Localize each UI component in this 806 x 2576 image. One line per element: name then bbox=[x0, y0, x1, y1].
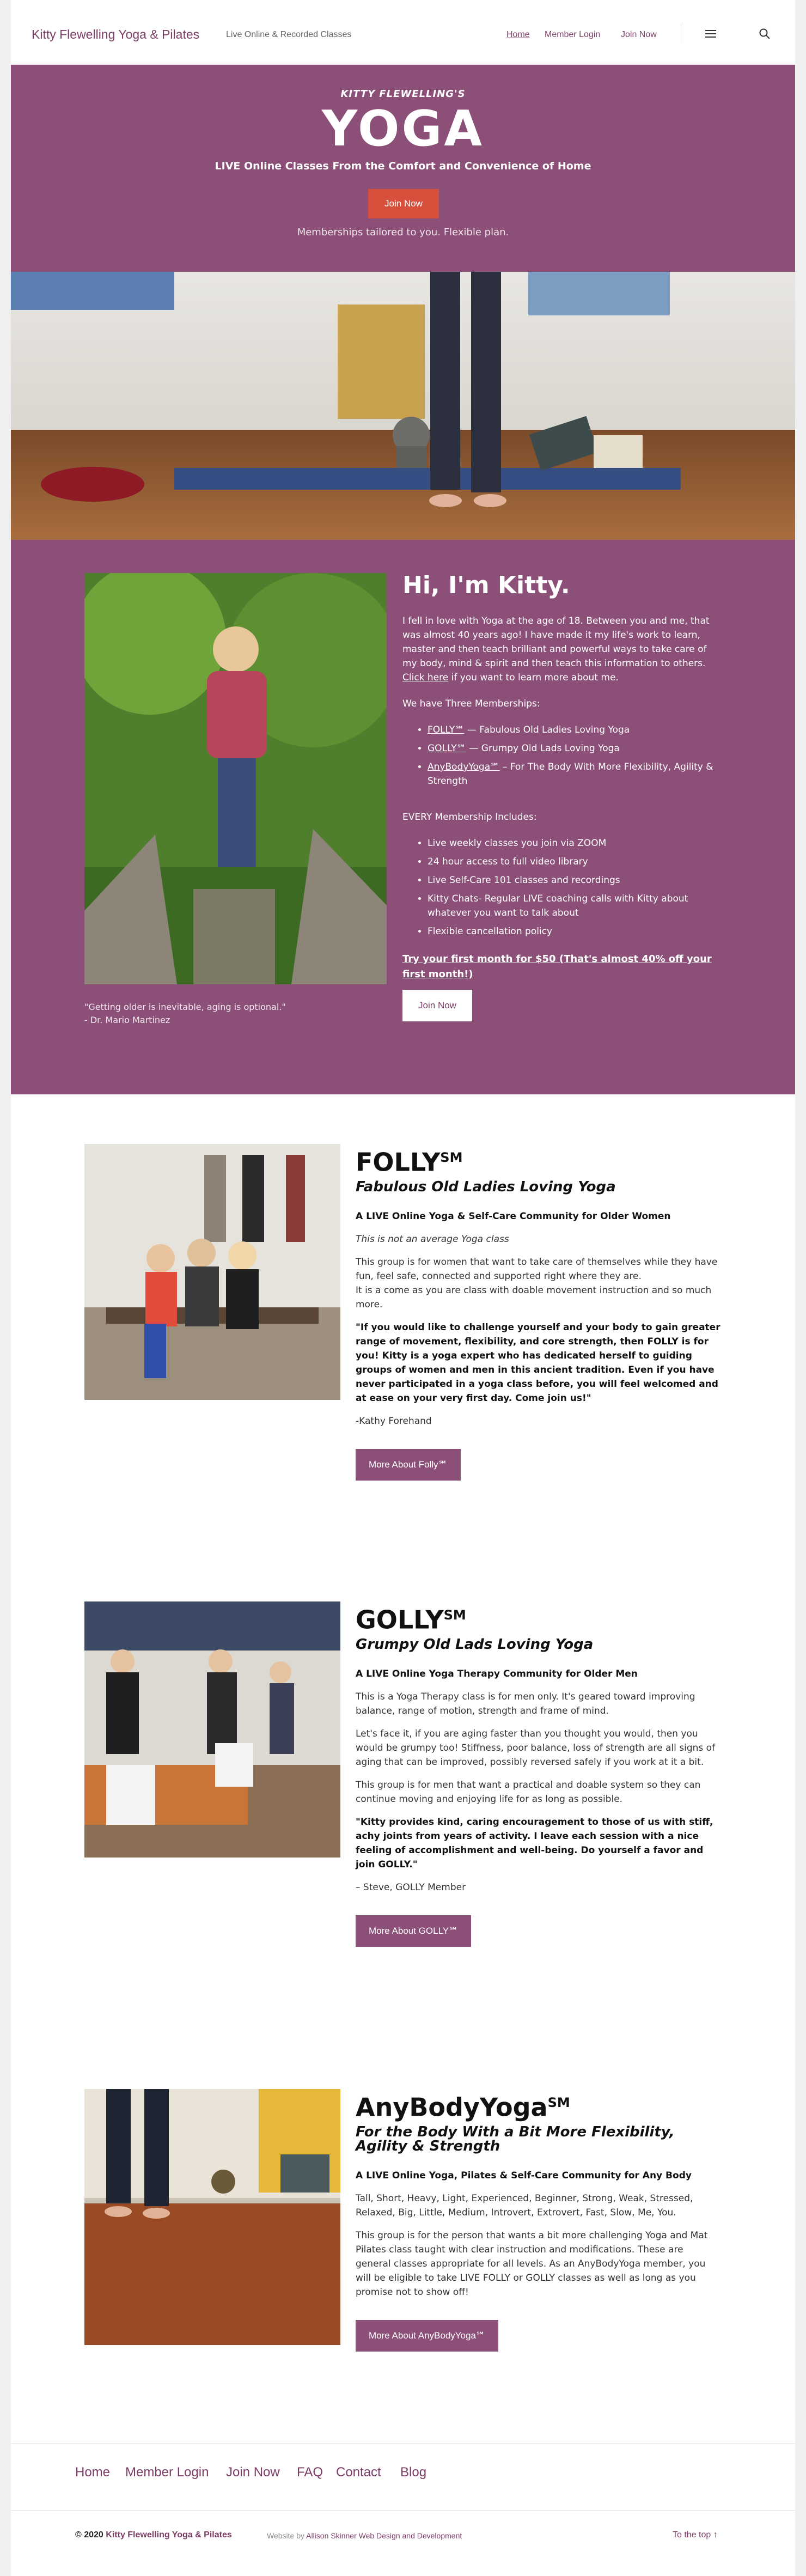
list-item: Flexible cancellation policy bbox=[428, 924, 724, 939]
anybodyyoga-link[interactable]: AnyBodyYoga℠ bbox=[428, 762, 499, 772]
service-mark: SM bbox=[547, 2095, 570, 2110]
folly-paragraph: This is not an average Yoga class bbox=[356, 1234, 509, 1245]
first-month-offer-link[interactable]: Try your first month for $50 (That's alm… bbox=[402, 952, 724, 982]
page-frame: Kitty Flewelling Yoga & Pilates Live Onl… bbox=[11, 0, 795, 2576]
kitty-heading: Hi, I'm Kitty. bbox=[402, 571, 570, 599]
site-title[interactable]: Kitty Flewelling Yoga & Pilates bbox=[32, 27, 199, 42]
folly-text: FOLLYSM Fabulous Old Ladies Loving Yoga … bbox=[356, 1144, 720, 1481]
golly-link[interactable]: GOLLY℠ bbox=[428, 743, 466, 754]
more-about-golly-button[interactable]: More About GOLLY℠ bbox=[356, 1915, 472, 1947]
golly-testimonial: "Kitty provides kind, caring encourageme… bbox=[356, 1817, 713, 1871]
yoga-room-photo bbox=[11, 272, 795, 540]
memberships-intro: We have Three Memberships: bbox=[402, 698, 540, 709]
folly-title: FOLLYSM bbox=[356, 1144, 720, 1176]
quote-author: - Dr. Mario Martinez bbox=[84, 1015, 170, 1025]
hero-banner: KITTY FLEWELLING'S YOGA LIVE Online Clas… bbox=[11, 65, 795, 272]
kitty-quote: "Getting older is inevitable, aging is o… bbox=[84, 1001, 286, 1027]
hero-kicker: KITTY FLEWELLING'S bbox=[340, 88, 466, 100]
paragraph-text: It is a come as you are class with doabl… bbox=[356, 1285, 712, 1311]
golly-strapline: A LIVE Online Yoga Therapy Community for… bbox=[356, 1668, 638, 1680]
membership-desc: — Grumpy Old Lads Loving Yoga bbox=[466, 743, 620, 754]
golly-paragraph: Let's face it, if you are aging faster t… bbox=[356, 1728, 716, 1768]
about-kitty-section: "Getting older is inevitable, aging is o… bbox=[11, 540, 795, 1094]
anybodyyoga-strapline: A LIVE Online Yoga, Pilates & Self-Care … bbox=[356, 2170, 692, 2182]
folly-testimonial: "If you would like to challenge yourself… bbox=[356, 1322, 720, 1404]
to-the-top-link[interactable]: To the top ↑ bbox=[673, 2530, 718, 2540]
anybodyyoga-subtitle: For the Body With a Bit More Flexibility… bbox=[356, 2124, 675, 2155]
list-item: 24 hour access to full video library bbox=[428, 855, 724, 869]
footer-copyright: © 2020 Kitty Flewelling Yoga & Pilates bbox=[75, 2530, 232, 2540]
intro-text-end: if you want to learn more about me. bbox=[451, 672, 619, 683]
anybodyyoga-photo bbox=[84, 2089, 340, 2345]
list-item: Live weekly classes you join via ZOOM bbox=[428, 836, 724, 850]
title-text: FOLLY bbox=[356, 1147, 441, 1177]
hero-join-now-button[interactable]: Join Now bbox=[368, 189, 439, 218]
includes-list: Live weekly classes you join via ZOOM 24… bbox=[402, 836, 724, 939]
nav-join-now-link[interactable]: Join Now bbox=[621, 30, 657, 40]
golly-subtitle: Grumpy Old Lads Loving Yoga bbox=[356, 1636, 594, 1653]
credit-link[interactable]: Allison Skinner Web Design and Developme… bbox=[306, 2531, 462, 2540]
hero-subtitle: LIVE Online Classes From the Comfort and… bbox=[215, 160, 591, 172]
kitty-portrait-photo bbox=[84, 573, 387, 984]
anybodyyoga-paragraph: This group is for the person that wants … bbox=[356, 2230, 708, 2298]
golly-testimonial-author: – Steve, GOLLY Member bbox=[356, 1882, 466, 1893]
kitty-intro-text: Hi, I'm Kitty. I fell in love with Yoga … bbox=[402, 571, 724, 1021]
list-item: GOLLY℠ — Grumpy Old Lads Loving Yoga bbox=[428, 741, 724, 756]
folly-link[interactable]: FOLLY℠ bbox=[428, 724, 465, 735]
anybodyyoga-paragraph: Tall, Short, Heavy, Light, Experienced, … bbox=[356, 2193, 693, 2219]
nav-member-login-link[interactable]: Member Login bbox=[545, 30, 600, 40]
hero-note: Memberships tailored to you. Flexible pl… bbox=[297, 227, 509, 238]
copyright-year: © 2020 bbox=[75, 2530, 103, 2540]
site-header: Kitty Flewelling Yoga & Pilates Live Onl… bbox=[11, 0, 795, 65]
kitty-join-now-button[interactable]: Join Now bbox=[402, 990, 472, 1021]
folly-photo bbox=[84, 1144, 340, 1400]
footer-credit: Website by Allison Skinner Web Design an… bbox=[267, 2531, 462, 2540]
anybodyyoga-text: AnyBodyYogaSM For the Body With a Bit Mo… bbox=[356, 2089, 720, 2352]
folly-testimonial-author: -Kathy Forehand bbox=[356, 1416, 432, 1427]
memberships-list: FOLLY℠ — Fabulous Old Ladies Loving Yoga… bbox=[402, 723, 724, 788]
folly-paragraph: This group is for women that want to tak… bbox=[356, 1255, 720, 1312]
footer-nav-faq[interactable]: FAQ bbox=[297, 2465, 323, 2480]
golly-paragraph: This is a Yoga Therapy class is for men … bbox=[356, 1691, 695, 1717]
golly-paragraph: This group is for men that want a practi… bbox=[356, 1780, 701, 1805]
kitty-intro-paragraph: I fell in love with Yoga at the age of 1… bbox=[402, 614, 724, 685]
golly-photo bbox=[84, 1601, 340, 1858]
footer-divider bbox=[11, 2443, 795, 2444]
title-text: GOLLY bbox=[356, 1605, 444, 1635]
nav-home-link[interactable]: Home bbox=[506, 30, 530, 40]
list-item: Live Self-Care 101 classes and recording… bbox=[428, 873, 724, 887]
paragraph-text: This group is for women that want to tak… bbox=[356, 1257, 718, 1282]
more-about-anybodyyoga-button[interactable]: More About AnyBodyYoga℠ bbox=[356, 2320, 499, 2352]
list-item: AnyBodyYoga℠ – For The Body With More Fl… bbox=[428, 760, 724, 788]
click-here-link[interactable]: Click here bbox=[402, 672, 448, 683]
golly-title: GOLLYSM bbox=[356, 1601, 720, 1633]
hero-title: YOGA bbox=[322, 100, 484, 157]
service-mark: SM bbox=[443, 1607, 466, 1623]
footer-divider bbox=[11, 2510, 795, 2511]
title-text: AnyBodyYoga bbox=[356, 2092, 548, 2122]
footer-nav-contact[interactable]: Contact bbox=[336, 2465, 381, 2480]
anybodyyoga-title: AnyBodyYogaSM bbox=[356, 2089, 720, 2121]
footer-nav-join-now[interactable]: Join Now bbox=[226, 2465, 280, 2480]
copyright-site-link[interactable]: Kitty Flewelling Yoga & Pilates bbox=[106, 2530, 231, 2540]
intro-text: I fell in love with Yoga at the age of 1… bbox=[402, 616, 710, 669]
quote-text: "Getting older is inevitable, aging is o… bbox=[84, 1002, 286, 1012]
service-mark: SM bbox=[440, 1150, 463, 1165]
list-item: Kitty Chats- Regular LIVE coaching calls… bbox=[428, 892, 724, 920]
includes-intro: EVERY Membership Includes: bbox=[402, 812, 537, 823]
footer-nav-home[interactable]: Home bbox=[75, 2465, 110, 2480]
credit-prefix: Website by bbox=[267, 2531, 304, 2540]
footer-nav-blog[interactable]: Blog bbox=[400, 2465, 426, 2480]
search-icon[interactable] bbox=[759, 28, 770, 39]
folly-strapline: A LIVE Online Yoga & Self-Care Community… bbox=[356, 1211, 671, 1222]
more-about-folly-button[interactable]: More About Folly℠ bbox=[356, 1449, 461, 1481]
membership-desc: — Fabulous Old Ladies Loving Yoga bbox=[464, 724, 630, 735]
folly-subtitle: Fabulous Old Ladies Loving Yoga bbox=[356, 1179, 616, 1196]
list-item: FOLLY℠ — Fabulous Old Ladies Loving Yoga bbox=[428, 723, 724, 737]
site-tagline: Live Online & Recorded Classes bbox=[226, 30, 352, 39]
golly-text: GOLLYSM Grumpy Old Lads Loving Yoga A LI… bbox=[356, 1601, 720, 1947]
hamburger-menu-icon[interactable] bbox=[705, 30, 716, 38]
footer-nav-member-login[interactable]: Member Login bbox=[125, 2465, 209, 2480]
